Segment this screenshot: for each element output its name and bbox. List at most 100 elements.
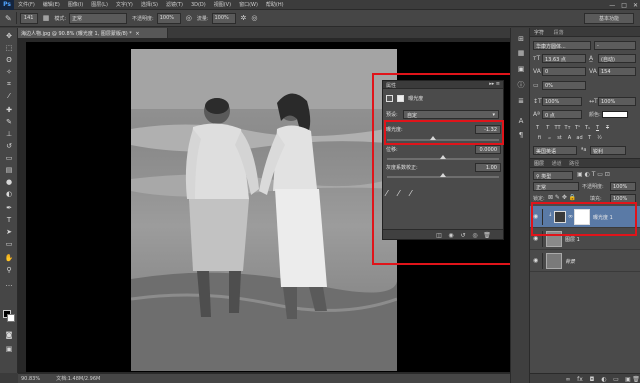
trash-icon[interactable]: 🗑: [632, 375, 640, 383]
vertical-scale-input[interactable]: 100%: [542, 97, 582, 106]
kerning-input[interactable]: 0: [542, 67, 586, 76]
brush-tool-icon[interactable]: ✎: [4, 117, 14, 127]
crop-tool-icon[interactable]: ⌗: [4, 79, 14, 89]
history-brush-icon[interactable]: ↺: [4, 141, 14, 151]
gradient-icon[interactable]: ▤: [4, 165, 14, 175]
eyedropper-icon[interactable]: ⁄: [4, 91, 14, 101]
eraser-icon[interactable]: ▭: [4, 153, 14, 163]
tab-close-icon[interactable]: ×: [135, 31, 139, 37]
ordinals-button[interactable]: T: [585, 134, 594, 142]
blend-mode-select[interactable]: 正常: [533, 182, 579, 191]
pressure-opacity-icon[interactable]: ◎: [186, 14, 192, 22]
language-select[interactable]: 美国英语: [533, 146, 577, 155]
tsume-input[interactable]: 0%: [542, 81, 586, 90]
link-layers-icon[interactable]: ∞: [564, 375, 572, 383]
brush-size-picker[interactable]: 141: [19, 12, 38, 24]
menu-view[interactable]: 视图(V): [210, 1, 235, 8]
clone-stamp-icon[interactable]: ⊥: [4, 129, 14, 139]
move-tool-icon[interactable]: ✥: [4, 31, 14, 41]
superscript-button[interactable]: T¹: [573, 124, 582, 132]
tab-character[interactable]: 字符: [534, 30, 544, 36]
airbrush-icon[interactable]: ✲: [241, 14, 247, 22]
marquee-tool-icon[interactable]: ⬚: [4, 43, 14, 53]
menu-filter[interactable]: 滤镜(T): [162, 1, 187, 8]
leading-input[interactable]: (自动): [598, 54, 636, 63]
document-tab[interactable]: 海边人物.jpg @ 90.8% (曝光度 1, 图层蒙版/8) * ×: [18, 28, 168, 38]
layer-opacity-input[interactable]: 100%: [610, 182, 636, 191]
layer-row-background[interactable]: ◉ 背景: [530, 250, 640, 272]
character-icon[interactable]: A: [516, 116, 526, 126]
workspace-select[interactable]: 基本功能: [584, 13, 634, 24]
tab-channels[interactable]: 通道: [552, 161, 562, 167]
menu-image[interactable]: 图像(I): [64, 1, 87, 8]
strikethrough-button[interactable]: T: [603, 124, 612, 132]
close-icon[interactable]: ✕: [633, 2, 638, 9]
swatches-icon[interactable]: ▦: [516, 48, 526, 58]
lock-icon[interactable]: ⊠ ✎ ✥ 🔒: [548, 194, 576, 201]
pressure-size-icon[interactable]: ◎: [251, 14, 257, 22]
dodge-icon[interactable]: ◐: [4, 189, 14, 199]
new-group-icon[interactable]: ▭: [612, 375, 620, 383]
ligature-button[interactable]: fi: [535, 134, 544, 142]
menu-window[interactable]: 窗口(W): [235, 1, 262, 8]
layer-filter-select[interactable]: ⚲ 类型: [533, 171, 573, 180]
restore-icon[interactable]: □: [621, 2, 627, 9]
menu-layer[interactable]: 图层(L): [87, 1, 112, 8]
tab-paths[interactable]: 路径: [569, 161, 579, 167]
horizontal-scale-input[interactable]: 100%: [598, 97, 636, 106]
properties-icon[interactable]: ≣: [516, 96, 526, 106]
beach-couple-photo[interactable]: [131, 49, 397, 371]
layer-style-icon[interactable]: fx: [576, 375, 584, 383]
brush-panel-icon[interactable]: ▦: [43, 14, 50, 22]
tracking-input[interactable]: 154: [598, 67, 636, 76]
menu-select[interactable]: 选择(S): [137, 1, 162, 8]
menu-file[interactable]: 文件(F): [14, 1, 39, 8]
font-family-select[interactable]: 华康方圆体...: [533, 41, 591, 50]
menu-edit[interactable]: 编辑(E): [39, 1, 64, 8]
shape-tool-icon[interactable]: ▭: [4, 239, 14, 249]
hand-tool-icon[interactable]: ✋: [4, 253, 14, 263]
history-icon[interactable]: ⊞: [516, 34, 526, 44]
text-color-swatch[interactable]: [602, 111, 628, 118]
paragraph-icon[interactable]: ¶: [516, 130, 526, 140]
subscript-button[interactable]: T₁: [583, 124, 592, 132]
quick-select-icon[interactable]: ✧: [4, 67, 14, 77]
eye-icon[interactable]: ◉: [533, 235, 538, 242]
eye-icon[interactable]: ◉: [533, 257, 538, 264]
alternate-button[interactable]: A: [565, 134, 574, 142]
mode-select[interactable]: 正常: [69, 12, 128, 24]
menu-help[interactable]: 帮助(H): [262, 1, 288, 8]
faux-bold-button[interactable]: T: [533, 124, 542, 132]
baseline-shift-input[interactable]: 0 点: [542, 110, 582, 119]
underline-button[interactable]: T: [593, 124, 602, 132]
font-size-input[interactable]: 13.63 点: [542, 54, 586, 63]
minimize-icon[interactable]: —: [609, 2, 615, 9]
type-tool-icon[interactable]: T: [4, 215, 14, 225]
adjustment-layer-icon[interactable]: ◐: [600, 375, 608, 383]
antialias-select[interactable]: 锐利: [590, 146, 626, 155]
healing-brush-icon[interactable]: ✚: [4, 105, 14, 115]
fractions-button[interactable]: ½: [595, 134, 604, 142]
opacity-input[interactable]: 100%: [156, 12, 181, 24]
font-style-select[interactable]: -: [594, 41, 636, 50]
lasso-tool-icon[interactable]: ʘ: [4, 55, 14, 65]
swash-button[interactable]: st: [555, 134, 564, 142]
zoom-level[interactable]: 90.83%: [21, 376, 40, 382]
layer-name[interactable]: 图层 1: [565, 236, 580, 243]
adjustments-icon[interactable]: ▣: [516, 64, 526, 74]
menu-3d[interactable]: 3D(D): [187, 2, 210, 8]
quick-mask-icon[interactable]: ◙: [4, 330, 14, 340]
filter-icons[interactable]: ▣ ◐ T ▭ ⊡: [577, 171, 610, 178]
layer-name[interactable]: 背景: [565, 258, 575, 265]
brush-icon[interactable]: ✎: [5, 14, 12, 23]
document-size[interactable]: 文档:1.48M/2.96M: [56, 375, 100, 382]
blur-icon[interactable]: ●: [4, 177, 14, 187]
tab-paragraph[interactable]: 段落: [554, 30, 564, 36]
background-color-swatch[interactable]: [7, 314, 15, 322]
pen-tool-icon[interactable]: ✒: [4, 203, 14, 213]
faux-italic-button[interactable]: T: [543, 124, 552, 132]
extra-tool-icon[interactable]: …: [4, 279, 14, 289]
zoom-tool-icon[interactable]: ⚲: [4, 265, 14, 275]
small-caps-button[interactable]: Tт: [563, 124, 572, 132]
new-layer-icon[interactable]: ▣: [624, 375, 632, 383]
